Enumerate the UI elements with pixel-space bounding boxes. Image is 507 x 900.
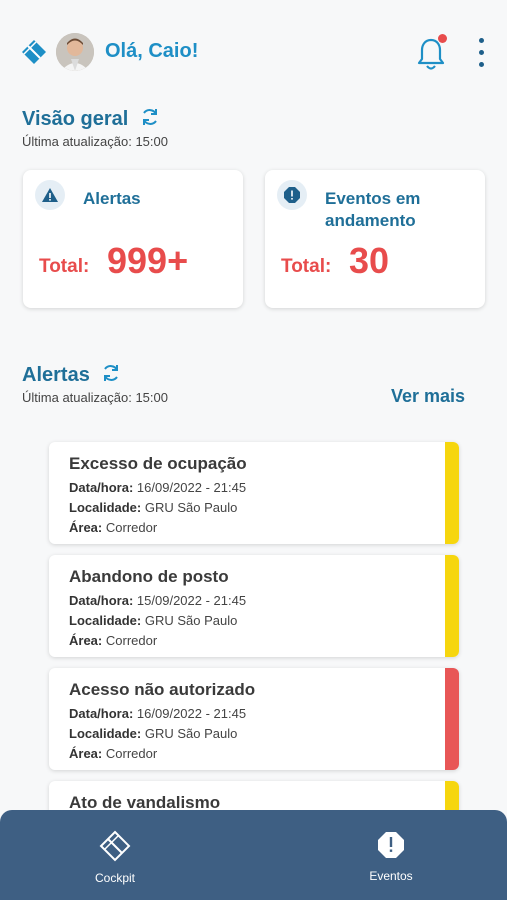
alerts-summary-card[interactable]: Alertas Total: 999+ <box>23 170 243 308</box>
nav-item-eventos[interactable]: Eventos <box>341 830 441 883</box>
nav-item-cockpit[interactable]: Cockpit <box>65 830 165 885</box>
bottom-navigation: Cockpit Eventos <box>0 810 507 900</box>
alert-octagon-icon <box>378 832 404 858</box>
alert-datetime: Data/hora: 16/09/2022 - 21:45 <box>69 706 247 721</box>
overview-last-update: Última atualização: 15:00 <box>22 134 168 149</box>
diamond-logo-icon[interactable] <box>20 38 48 66</box>
cockpit-diamond-icon <box>99 830 131 862</box>
severity-stripe <box>445 442 459 544</box>
kebab-menu-icon[interactable] <box>476 38 486 74</box>
events-summary-card[interactable]: Eventos em andamento Total: 30 <box>265 170 485 308</box>
alert-card[interactable]: Abandono de posto Data/hora: 15/09/2022 … <box>49 555 459 657</box>
nav-label: Cockpit <box>94 871 135 885</box>
alert-datetime: Data/hora: 16/09/2022 - 21:45 <box>69 480 247 495</box>
alerts-last-update: Última atualização: 15:00 <box>22 390 168 405</box>
refresh-icon[interactable] <box>140 107 160 127</box>
alert-area: Área: Corredor <box>69 746 158 761</box>
alert-title: Acesso não autorizado <box>69 680 256 699</box>
alert-location: Localidade: GRU São Paulo <box>69 613 238 628</box>
alert-area: Área: Corredor <box>69 520 158 535</box>
nav-label: Eventos <box>369 869 413 883</box>
severity-stripe <box>445 668 459 770</box>
alert-title: Abandono de posto <box>69 567 229 586</box>
overview-title: Visão geral <box>22 107 160 131</box>
alert-octagon-icon <box>277 180 307 210</box>
refresh-icon[interactable] <box>101 363 121 383</box>
alert-title: Excesso de ocupação <box>69 454 247 473</box>
severity-stripe <box>445 555 459 657</box>
card-title: Eventos em andamento <box>325 189 421 230</box>
notification-dot <box>438 34 447 43</box>
alert-card[interactable]: Acesso não autorizado Data/hora: 16/09/2… <box>49 668 459 770</box>
alert-datetime: Data/hora: 15/09/2022 - 21:45 <box>69 593 247 608</box>
app-header: Olá, Caio! <box>0 0 507 100</box>
alert-card[interactable]: Excesso de ocupação Data/hora: 16/09/202… <box>49 442 459 544</box>
user-avatar[interactable] <box>56 33 94 71</box>
card-total-value: 30 <box>349 240 390 281</box>
alert-area: Área: Corredor <box>69 633 158 648</box>
alert-location: Localidade: GRU São Paulo <box>69 500 238 515</box>
card-total-label: Total: <box>39 256 90 277</box>
alerts-title: Alertas <box>22 363 121 387</box>
warning-triangle-icon <box>35 180 65 210</box>
card-title: Alertas <box>83 189 141 208</box>
greeting-text: Olá, Caio! <box>105 40 199 62</box>
card-total-value: 999+ <box>107 240 189 281</box>
alert-location: Localidade: GRU São Paulo <box>69 726 238 741</box>
see-more-link[interactable]: Ver mais <box>391 386 465 407</box>
card-total-label: Total: <box>281 256 332 277</box>
